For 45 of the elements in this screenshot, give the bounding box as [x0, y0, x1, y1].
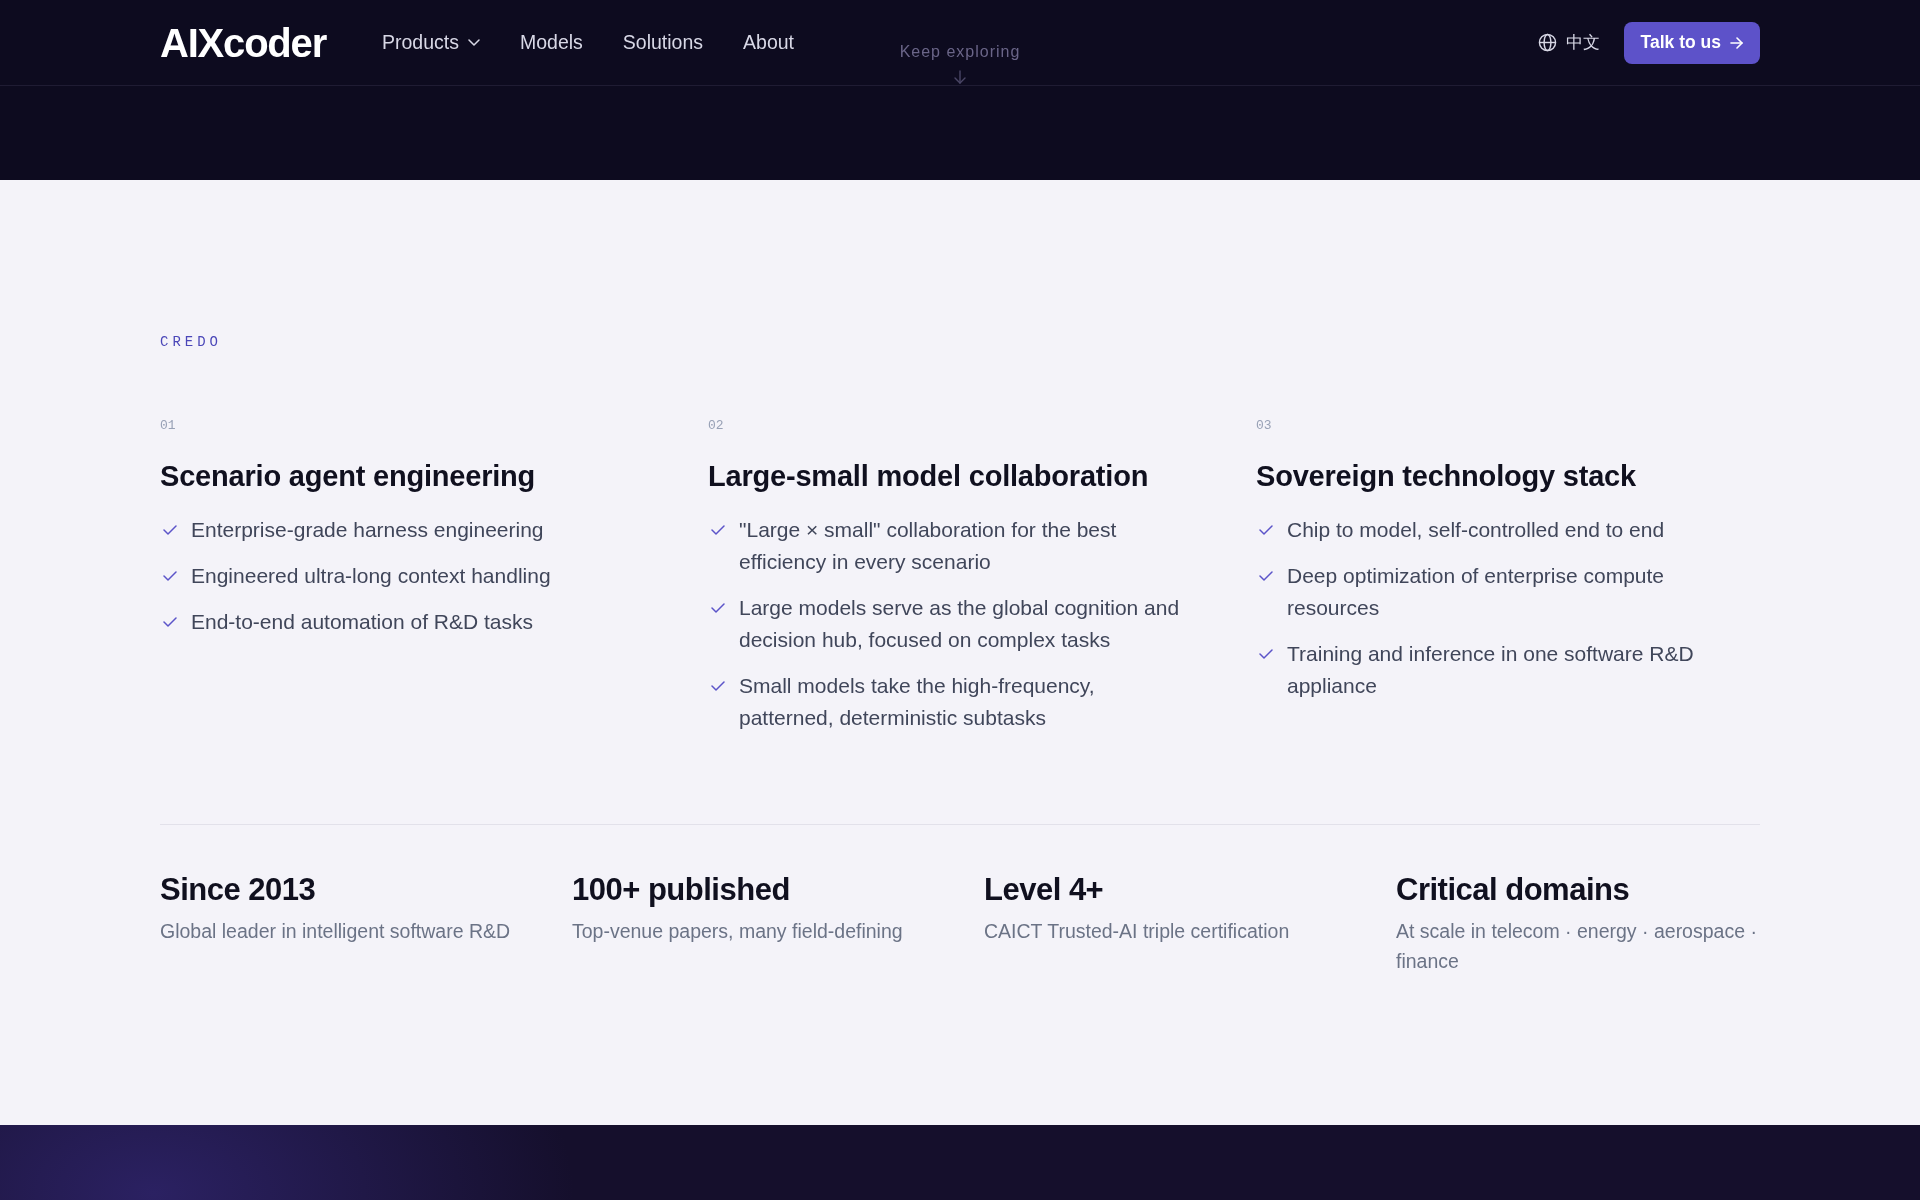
scroll-hint-text: Keep exploring [899, 42, 1021, 62]
check-icon [711, 681, 725, 691]
bullet-text: Engineered ultra-long context handling [191, 563, 551, 589]
stat-caption: CAICT Trusted-AI triple certification [984, 919, 1290, 944]
chevron-down-icon [467, 39, 480, 46]
item-number: 02 [708, 417, 724, 435]
section-label: CREDO [160, 333, 222, 352]
bullet-text: Chip to model, self-controlled end to end [1287, 517, 1665, 543]
column-heading: Scenario agent engineering [160, 459, 536, 493]
stat-caption: Global leader in intelligent software R&D [160, 919, 511, 944]
check-icon [711, 603, 725, 613]
bullet-text: Training and inference in one software R&D appliance [1287, 641, 1695, 699]
language-link[interactable]: 中文 [1537, 29, 1600, 56]
talk-to-us-button[interactable]: Talk to us [1623, 21, 1760, 64]
stat-caption: Top-venue papers, many field-defining [572, 919, 903, 944]
check-icon [163, 571, 177, 581]
arrow-right-icon [1730, 36, 1743, 49]
check-icon [163, 617, 177, 627]
column-heading: Large-small model collaboration [708, 459, 1149, 493]
nav-link[interactable]: About [743, 27, 795, 58]
check-icon [1259, 525, 1273, 535]
globe-icon [1537, 33, 1557, 52]
stat-caption: At scale in telecom · energy · aerospace · finance [1396, 919, 1758, 974]
arrow-down-icon [954, 70, 966, 84]
check-icon [1259, 649, 1273, 659]
nav-link[interactable]: Solutions [622, 27, 704, 58]
bullet-text: "Large × small" collaboration for the best efficiency in every scenario [739, 517, 1118, 575]
stat-heading: 100+ published [572, 872, 790, 908]
bullet-text: Small models take the high-frequency, patterned, deterministic subtasks [739, 673, 1096, 731]
bullet-text: Enterprise-grade harness engineering [191, 517, 544, 543]
bullet-text: Deep optimization of enterprise compute resources [1287, 563, 1666, 621]
bullet-text: Large models serve as the global cognition and decision hub, focused on complex tasks [739, 595, 1181, 653]
logo[interactable]: AIXcoder [160, 22, 326, 63]
item-number: 03 [1256, 417, 1272, 435]
check-icon [711, 525, 725, 535]
bullet-text: End-to-end automation of R&D tasks [191, 609, 533, 635]
stat-heading: Critical domains [1396, 872, 1630, 908]
check-icon [1259, 571, 1273, 581]
stat-heading: Since 2013 [160, 872, 316, 908]
column-heading: Sovereign technology stack [1256, 459, 1636, 493]
stat-heading: Level 4+ [984, 872, 1104, 908]
nav-link[interactable]: Products [382, 27, 480, 58]
check-icon [163, 525, 177, 535]
item-number: 01 [160, 417, 176, 435]
nav-link[interactable]: Models [519, 27, 583, 58]
